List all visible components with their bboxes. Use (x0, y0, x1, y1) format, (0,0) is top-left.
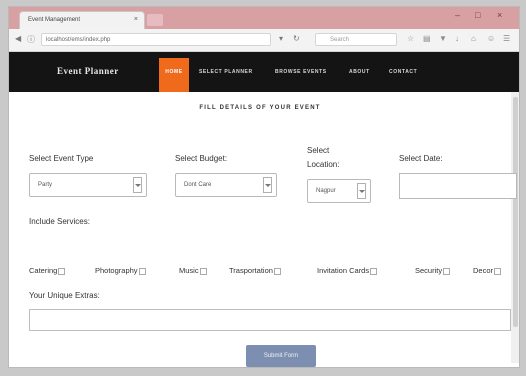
search-placeholder: Search (330, 37, 350, 43)
service-label: Catering (29, 266, 58, 275)
emoji-icon[interactable]: ☺ (487, 34, 495, 43)
checkbox[interactable] (138, 267, 146, 275)
location-select[interactable]: Nagpur (307, 179, 371, 203)
pocket-icon[interactable]: ▼ (439, 34, 447, 43)
service-trasportation[interactable]: Trasportation (229, 266, 281, 275)
service-label: Decor (473, 266, 494, 275)
service-invitation-cards[interactable]: Invitation Cards (317, 266, 378, 275)
nav-select-planner[interactable]: SELECT PLANNER (199, 69, 253, 75)
nav-home[interactable]: HOME (159, 58, 189, 92)
event-type-label: Select Event Type (29, 154, 94, 163)
address-bar: ◀ ⓘ localhost/ems/index.php ▾ ↻ Search ☆… (9, 29, 519, 52)
services-label: Include Services: (29, 217, 90, 226)
star-icon[interactable]: ☆ (407, 34, 414, 43)
service-catering[interactable]: Catering (29, 266, 66, 275)
menu-icon[interactable]: ☰ (503, 34, 510, 43)
checkbox[interactable] (370, 267, 378, 275)
service-label: Security (415, 266, 443, 275)
event-type-value: Party (38, 182, 53, 188)
form-heading: FILL DETAILS OF YOUR EVENT (199, 105, 321, 111)
close-window-icon[interactable]: × (497, 10, 502, 20)
location-label-line1: Select (307, 146, 330, 155)
browser-tab[interactable]: Event Management × (19, 11, 145, 29)
location-label-line2: Location: (307, 160, 340, 169)
submit-form-button[interactable]: Submit Form (246, 345, 316, 367)
maximize-icon[interactable]: □ (475, 10, 480, 20)
date-label: Select Date: (399, 154, 443, 163)
date-input[interactable] (399, 173, 517, 199)
location-value: Nagpur (316, 188, 336, 194)
scrollbar-thumb[interactable] (513, 97, 518, 327)
url-field[interactable]: localhost/ems/index.php (41, 33, 271, 46)
nav-browse-events[interactable]: BROWSE EVENTS (275, 69, 327, 75)
tab-title: Event Management (28, 17, 81, 23)
service-photography[interactable]: Photography (95, 266, 146, 275)
service-music[interactable]: Music (179, 266, 207, 275)
new-tab-button[interactable] (147, 14, 163, 26)
service-label: Photography (95, 266, 138, 275)
title-bar: Event Management × – □ × (9, 7, 519, 29)
extras-label: Your Unique Extras: (29, 291, 100, 300)
site-brand[interactable]: Event Planner (57, 66, 119, 76)
nav-contact[interactable]: CONTACT (389, 69, 417, 75)
site-navbar: Event Planner HOME SELECT PLANNER BROWSE… (9, 52, 519, 92)
chevron-down-icon (357, 183, 366, 199)
chevron-down-icon (133, 177, 142, 193)
service-decor[interactable]: Decor (473, 266, 502, 275)
service-security[interactable]: Security (415, 266, 451, 275)
tab-close-icon[interactable]: × (134, 16, 138, 23)
extras-input[interactable] (29, 309, 511, 331)
nav-about[interactable]: ABOUT (349, 69, 370, 75)
service-label: Music (179, 266, 199, 275)
service-label: Trasportation (229, 266, 273, 275)
home-icon[interactable]: ⌂ (471, 34, 476, 43)
dropdown-icon[interactable]: ▾ (279, 34, 283, 43)
search-input[interactable]: Search (315, 33, 397, 46)
checkbox[interactable] (443, 267, 451, 275)
service-label: Invitation Cards (317, 266, 370, 275)
event-type-select[interactable]: Party (29, 173, 147, 197)
download-icon[interactable]: ↓ (455, 34, 459, 43)
checkbox[interactable] (58, 267, 66, 275)
url-text: localhost/ems/index.php (46, 37, 111, 43)
checkbox[interactable] (273, 267, 281, 275)
budget-label: Select Budget: (175, 154, 228, 163)
clipboard-icon[interactable]: ▤ (423, 34, 431, 43)
minimize-icon[interactable]: – (455, 10, 460, 20)
reload-icon[interactable]: ↻ (293, 34, 300, 43)
browser-window: Event Management × – □ × ◀ ⓘ localhost/e… (8, 6, 520, 368)
back-icon[interactable]: ◀ (15, 34, 21, 43)
checkbox[interactable] (199, 267, 207, 275)
budget-value: Dont Care (184, 182, 212, 188)
chevron-down-icon (263, 177, 272, 193)
budget-select[interactable]: Dont Care (175, 173, 277, 197)
checkbox[interactable] (494, 267, 502, 275)
info-icon[interactable]: ⓘ (27, 34, 35, 45)
